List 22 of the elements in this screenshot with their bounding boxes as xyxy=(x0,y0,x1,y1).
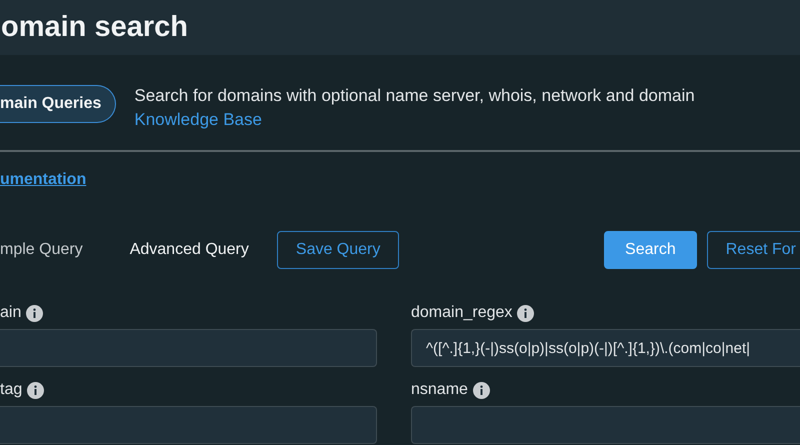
save-query-button[interactable]: Save Query xyxy=(276,231,400,269)
section-badge: main Queries xyxy=(0,85,116,123)
input-field[interactable] xyxy=(0,329,377,367)
field-label: ain xyxy=(0,304,22,322)
query-tab[interactable]: mple Query xyxy=(0,241,83,259)
search-button[interactable]: Search xyxy=(604,231,697,269)
input-field[interactable] xyxy=(0,406,377,444)
info-icon xyxy=(472,382,490,398)
info-icon xyxy=(517,304,534,322)
info-icon xyxy=(26,304,44,322)
reset-form-button[interactable]: Reset For xyxy=(706,231,800,269)
field-label: nsname xyxy=(411,381,468,399)
field-label: tag xyxy=(0,381,22,399)
documentation-link[interactable]: umentation xyxy=(0,171,86,189)
input-field[interactable] xyxy=(411,406,800,444)
field-label: domain_regex xyxy=(411,304,512,322)
info-icon xyxy=(27,382,44,398)
input-field[interactable]: ^([^.]{1,}(-|)ss(o|p)|ss(o|p)(-|)[^.]{1,})\.(com|co|net| xyxy=(411,329,800,367)
page-title: omain search xyxy=(1,11,188,44)
description-text: Search for domains with optional name server, whois, network and domain xyxy=(134,86,695,106)
knowledge-base-link[interactable]: Knowledge Base xyxy=(134,110,695,130)
query-tab[interactable]: Advanced Query xyxy=(130,241,249,259)
